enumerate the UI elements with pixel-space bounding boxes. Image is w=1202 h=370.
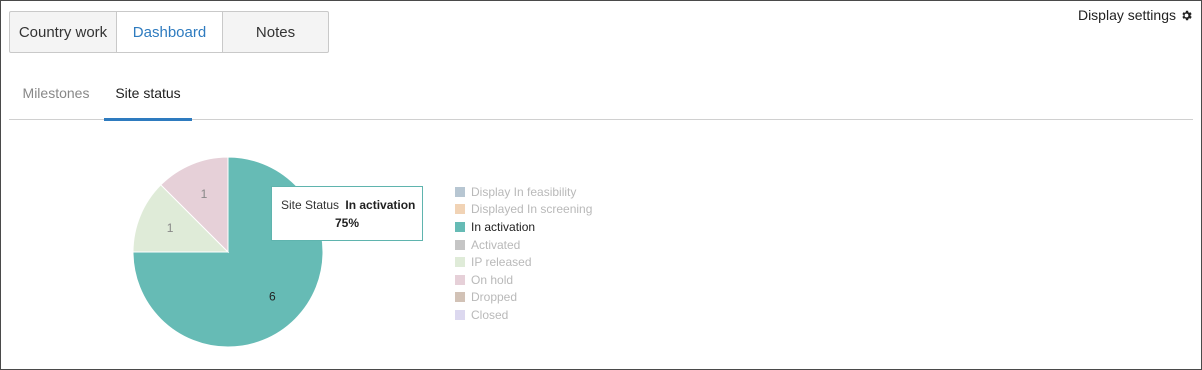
tab-dashboard[interactable]: Dashboard bbox=[117, 12, 223, 52]
chart-tooltip: Site Status In activation 75% bbox=[271, 186, 423, 241]
legend-item-activated[interactable]: Activated bbox=[455, 236, 592, 254]
slice-value-label: 6 bbox=[269, 289, 276, 303]
tooltip-value: In activation bbox=[345, 198, 416, 212]
legend-label: On hold bbox=[471, 272, 514, 287]
legend-label: Closed bbox=[471, 307, 509, 322]
slice-value-label: 1 bbox=[201, 187, 208, 201]
chart-legend: Display In feasibility Displayed In scree… bbox=[455, 183, 592, 324]
tooltip-percent: 75% bbox=[334, 216, 360, 230]
legend-item-display-in-feasibility[interactable]: Display In feasibility bbox=[455, 183, 592, 201]
tab-notes[interactable]: Notes bbox=[223, 12, 328, 52]
legend-swatch bbox=[455, 221, 465, 232]
display-settings-label: Display settings bbox=[1077, 7, 1176, 23]
top-tab-bar: Country work Dashboard Notes bbox=[9, 11, 329, 53]
legend-item-closed[interactable]: Closed bbox=[455, 306, 592, 324]
tooltip-key: Site Status bbox=[281, 198, 340, 212]
legend-swatch bbox=[455, 186, 465, 197]
display-settings-button[interactable]: Display settings bbox=[1078, 7, 1193, 23]
tab-country-work[interactable]: Country work bbox=[10, 12, 117, 52]
legend-label: IP released bbox=[471, 255, 532, 270]
site-status-pie-chart: 6 1 1 bbox=[132, 156, 324, 348]
legend-swatch bbox=[455, 309, 465, 320]
tab-milestones[interactable]: Milestones bbox=[9, 67, 103, 119]
legend-item-displayed-in-screening[interactable]: Displayed In screening bbox=[455, 201, 592, 219]
legend-item-on-hold[interactable]: On hold bbox=[455, 271, 592, 289]
slice-value-label: 1 bbox=[167, 221, 174, 235]
legend-label: Dropped bbox=[471, 290, 518, 305]
legend-item-dropped[interactable]: Dropped bbox=[455, 289, 592, 307]
legend-label: Displayed In screening bbox=[471, 202, 593, 217]
sub-tab-bar: Milestones Site status bbox=[9, 67, 1193, 121]
legend-label: Display In feasibility bbox=[471, 184, 577, 199]
tab-site-status[interactable]: Site status bbox=[104, 67, 192, 121]
legend-swatch bbox=[455, 204, 465, 215]
dashboard-panel: Country work Dashboard Notes Display set… bbox=[0, 0, 1202, 370]
legend-label: In activation bbox=[471, 219, 536, 234]
legend-item-ip-released[interactable]: IP released bbox=[455, 253, 592, 271]
legend-swatch bbox=[455, 292, 465, 303]
legend-swatch bbox=[455, 257, 465, 268]
legend-swatch bbox=[455, 239, 465, 250]
legend-item-in-activation[interactable]: In activation bbox=[455, 218, 592, 236]
legend-swatch bbox=[455, 274, 465, 285]
gear-icon bbox=[1182, 10, 1192, 20]
legend-label: Activated bbox=[471, 237, 521, 252]
